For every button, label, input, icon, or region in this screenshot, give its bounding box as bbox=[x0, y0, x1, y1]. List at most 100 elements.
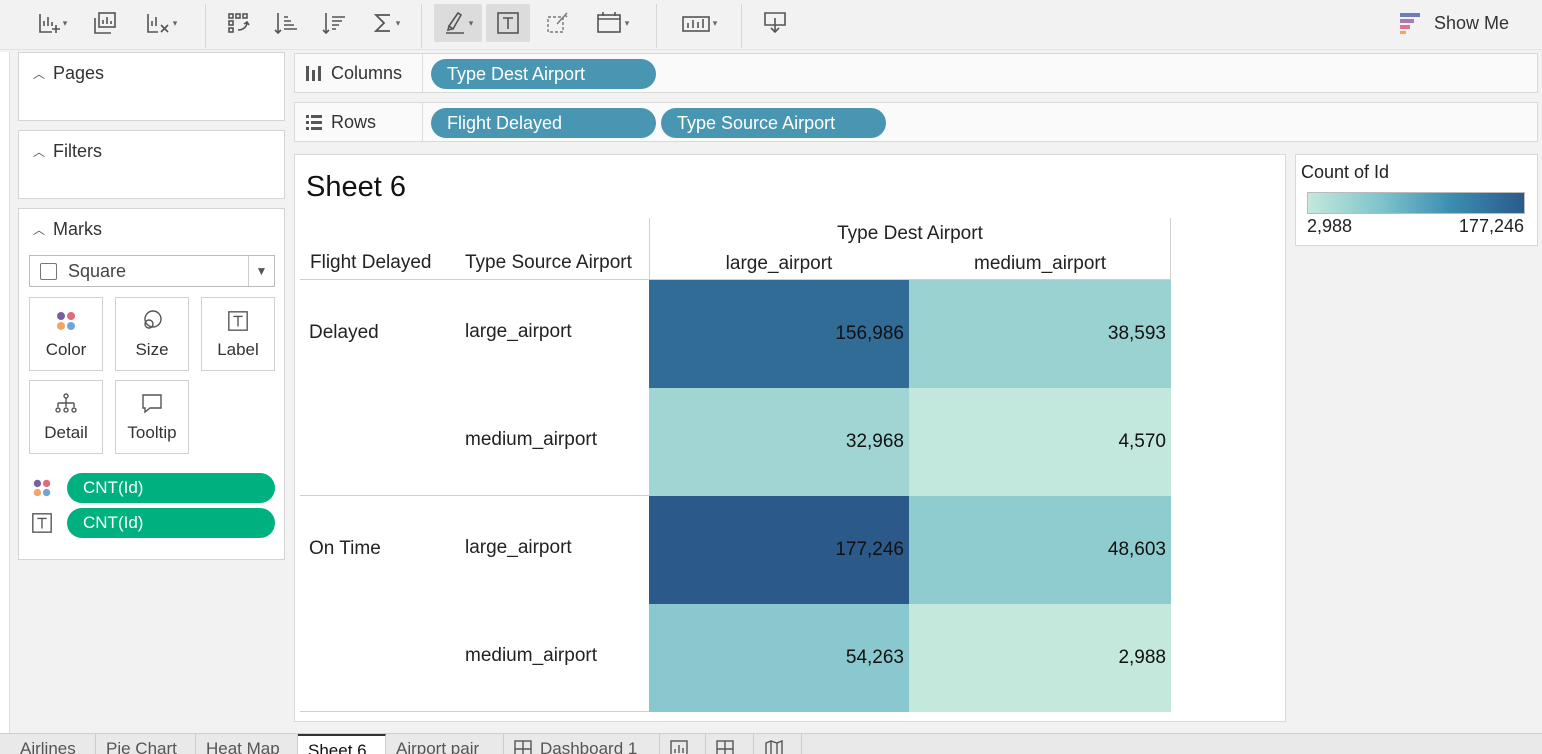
legend-max-label: 177,246 bbox=[1458, 216, 1524, 236]
toolbar-separator bbox=[741, 4, 742, 48]
marks-card: ︿ Marks Square ▼ Color Size Label Detail bbox=[18, 208, 285, 560]
swap-button[interactable] bbox=[222, 4, 256, 42]
tab-heat-map[interactable]: Heat Map bbox=[196, 734, 298, 754]
marks-pill-row-color: CNT(Id) bbox=[31, 473, 275, 503]
col-header[interactable]: large_airport bbox=[649, 253, 909, 275]
heatmap-cell[interactable]: 48,603 bbox=[909, 496, 1171, 604]
detail-button[interactable]: Detail bbox=[29, 380, 103, 454]
left-edge-strip bbox=[0, 52, 10, 734]
color-legend[interactable]: Count of Id 2,988 177,246 bbox=[1295, 154, 1538, 246]
color-button[interactable]: Color bbox=[29, 297, 103, 371]
format-button[interactable] bbox=[540, 4, 576, 42]
columns-shelf-label: Columns bbox=[305, 54, 402, 92]
dashboard-icon bbox=[514, 740, 532, 754]
heatmap-cell[interactable]: 32,968 bbox=[649, 388, 909, 496]
color-measure-pill[interactable]: CNT(Id) bbox=[67, 473, 275, 503]
show-me-label: Show Me bbox=[1434, 12, 1510, 33]
chevron-down-icon: ▾ bbox=[62, 17, 68, 28]
label-button[interactable]: Label bbox=[201, 297, 275, 371]
columns-pill-type-dest-airport[interactable]: Type Dest Airport bbox=[431, 59, 656, 89]
row-label[interactable]: large_airport bbox=[465, 537, 572, 559]
highlight-button[interactable]: ▾ bbox=[434, 4, 482, 42]
highlighter-icon bbox=[445, 11, 464, 34]
mark-type-select[interactable]: Square ▼ bbox=[29, 255, 275, 287]
sort-descending-button[interactable] bbox=[318, 4, 350, 42]
filters-card[interactable]: ︿ Filters bbox=[18, 130, 285, 199]
tooltip-button[interactable]: Tooltip bbox=[115, 380, 189, 454]
sort-ascending-icon bbox=[274, 13, 297, 35]
mark-type-value: Square bbox=[68, 260, 127, 281]
clear-sheet-button[interactable]: ▾ bbox=[138, 4, 184, 42]
pages-card[interactable]: ︿ Pages bbox=[18, 52, 285, 121]
tab-airlines[interactable]: Airlines bbox=[10, 734, 96, 754]
size-icon bbox=[140, 309, 164, 333]
rows-pill-flight-delayed[interactable]: Flight Delayed bbox=[431, 108, 656, 138]
tab-airport-pair[interactable]: Airport pair bbox=[386, 734, 504, 754]
fit-frame-icon bbox=[596, 12, 621, 33]
duplicate-chart-icon bbox=[94, 12, 116, 34]
tooltip-bubble-icon bbox=[140, 392, 164, 416]
row-label-delayed[interactable]: Delayed bbox=[309, 322, 379, 344]
present-button[interactable] bbox=[758, 4, 792, 42]
shelf-divider bbox=[422, 54, 423, 92]
swap-icon bbox=[228, 13, 250, 33]
heatmap-cell[interactable]: 2,988 bbox=[909, 604, 1171, 712]
new-story-tab-button[interactable] bbox=[754, 734, 802, 754]
show-cards-button[interactable]: ▾ bbox=[674, 4, 724, 42]
row-label[interactable]: large_airport bbox=[465, 321, 572, 343]
chevron-up-icon[interactable]: ︿ bbox=[33, 65, 45, 82]
sort-ascending-button[interactable] bbox=[270, 4, 302, 42]
legend-title: Count of Id bbox=[1301, 162, 1390, 182]
chevron-down-icon[interactable]: ▼ bbox=[248, 256, 274, 286]
chevron-down-icon: ▾ bbox=[395, 17, 401, 28]
row-label[interactable]: medium_airport bbox=[465, 645, 597, 667]
row-label-on-time[interactable]: On Time bbox=[309, 538, 381, 560]
tab-sheet-6[interactable]: Sheet 6 bbox=[298, 734, 386, 754]
square-mark-icon bbox=[40, 262, 57, 280]
bars-chart-icon bbox=[681, 16, 710, 32]
new-worksheet-button[interactable]: ▾ bbox=[30, 4, 74, 42]
chevron-down-icon: ▾ bbox=[624, 17, 630, 28]
col-group-header[interactable]: Type Dest Airport bbox=[649, 223, 1171, 245]
new-worksheet-tab-button[interactable] bbox=[660, 734, 706, 754]
color-dots-icon bbox=[54, 309, 78, 333]
label-measure-pill[interactable]: CNT(Id) bbox=[67, 508, 275, 538]
new-dashboard-tab-button[interactable] bbox=[706, 734, 754, 754]
heatmap-cell[interactable]: 4,570 bbox=[909, 388, 1171, 496]
format-brush-icon bbox=[547, 12, 568, 33]
worksheet-view[interactable]: Sheet 6 Type Dest Airport Flight Delayed… bbox=[294, 154, 1286, 722]
heatmap-cell[interactable]: 156,986 bbox=[649, 280, 909, 388]
tab-pie-chart[interactable]: Pie Chart bbox=[96, 734, 196, 754]
heatmap-cell[interactable]: 54,263 bbox=[649, 604, 909, 712]
heatmap-cell[interactable]: 177,246 bbox=[649, 496, 909, 604]
col-header[interactable]: medium_airport bbox=[909, 253, 1171, 275]
fit-button[interactable]: ▾ bbox=[588, 4, 636, 42]
chevron-down-icon: ▾ bbox=[712, 17, 718, 28]
duplicate-sheet-button[interactable] bbox=[88, 4, 122, 42]
toolbar-separator bbox=[656, 4, 657, 48]
rows-shelf-label: Rows bbox=[305, 103, 376, 141]
chevron-up-icon[interactable]: ︿ bbox=[33, 221, 45, 238]
size-button[interactable]: Size bbox=[115, 297, 189, 371]
totals-button[interactable]: ▾ bbox=[366, 4, 406, 42]
row-header-type-source-airport[interactable]: Type Source Airport bbox=[465, 252, 632, 274]
new-dashboard-icon bbox=[716, 740, 734, 754]
new-worksheet-icon bbox=[670, 740, 688, 754]
sheet-title: Sheet 6 bbox=[306, 171, 406, 203]
show-me-icon bbox=[1400, 13, 1420, 34]
color-label: Color bbox=[45, 339, 87, 359]
show-labels-button[interactable] bbox=[486, 4, 530, 42]
sheet-tab-bar: Airlines Pie Chart Heat Map Sheet 6 Airp… bbox=[0, 733, 1542, 754]
tab-dashboard-1[interactable]: Dashboard 1 bbox=[504, 734, 660, 754]
heatmap-cell[interactable]: 38,593 bbox=[909, 280, 1171, 388]
row-header-flight-delayed[interactable]: Flight Delayed bbox=[310, 252, 431, 274]
show-me-button[interactable]: Show Me bbox=[1398, 8, 1509, 38]
new-story-icon bbox=[765, 739, 783, 754]
columns-shelf[interactable]: Columns Type Dest Airport bbox=[294, 53, 1538, 93]
row-label[interactable]: medium_airport bbox=[465, 429, 597, 451]
rows-shelf[interactable]: Rows Flight Delayed Type Source Airport bbox=[294, 102, 1538, 142]
chevron-up-icon[interactable]: ︿ bbox=[33, 143, 45, 160]
shelf-divider bbox=[422, 103, 423, 141]
rows-pill-type-source-airport[interactable]: Type Source Airport bbox=[661, 108, 886, 138]
present-download-icon bbox=[764, 12, 786, 34]
